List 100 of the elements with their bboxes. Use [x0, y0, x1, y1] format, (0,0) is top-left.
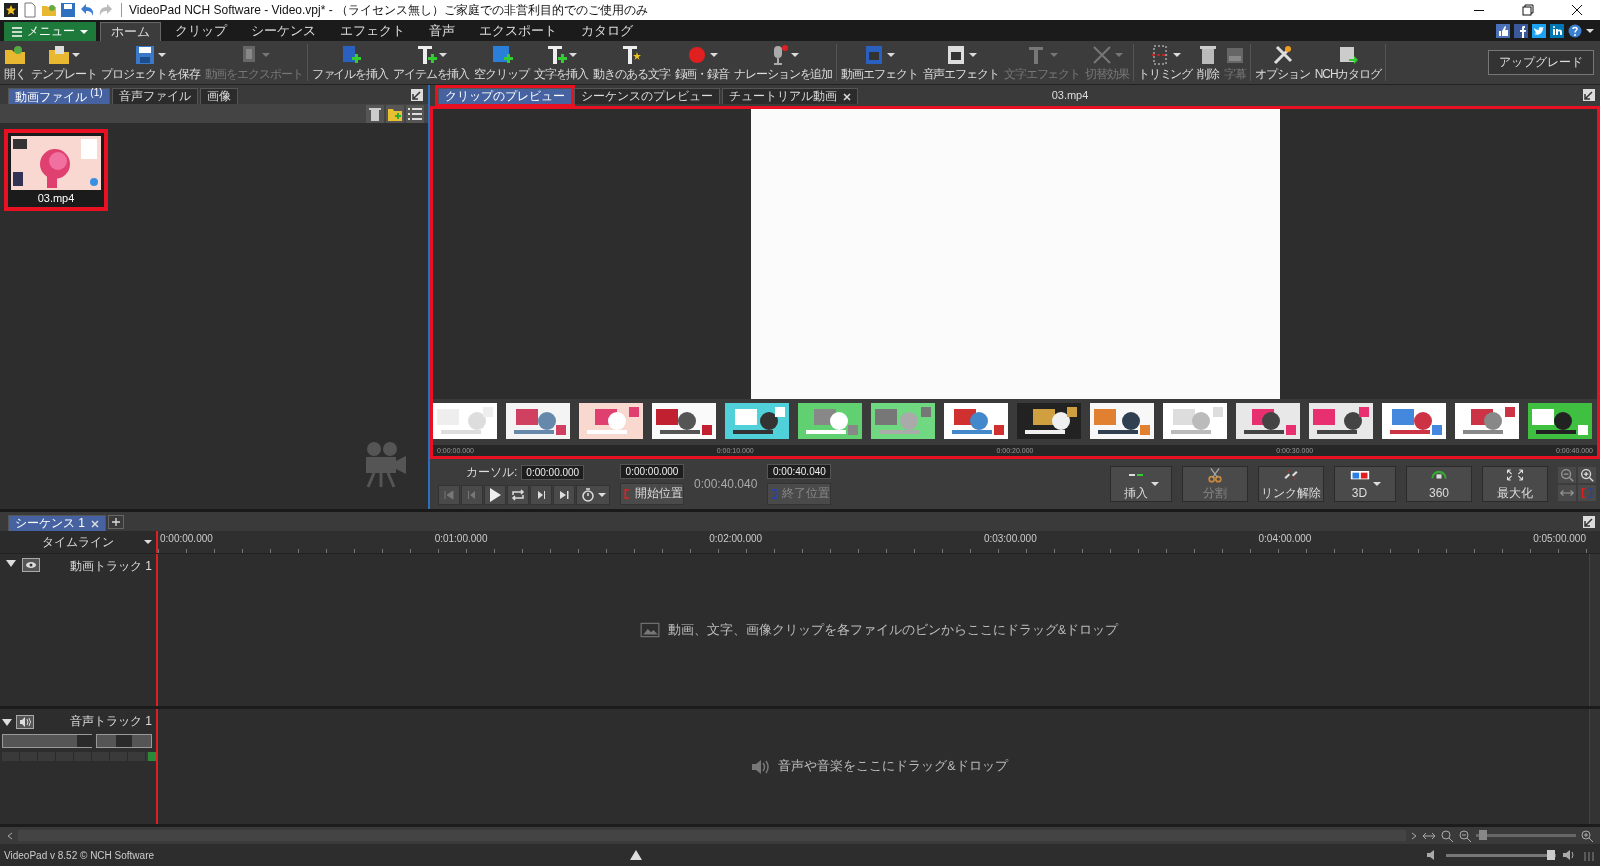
toolbar-button[interactable]: 文字を挿入: [531, 41, 591, 84]
bin-tab[interactable]: 画像: [199, 88, 238, 104]
zoom-out-icon[interactable]: [1458, 828, 1472, 843]
loop-button[interactable]: [507, 484, 529, 505]
bin-clip[interactable]: 03.mp4: [4, 129, 108, 211]
clip-name: 03.mp4: [37, 191, 75, 206]
time-field[interactable]: 0:00:00.000: [521, 464, 585, 480]
upgrade-button[interactable]: アップグレード: [1488, 50, 1594, 75]
zoom-fit-icon[interactable]: [1440, 828, 1454, 843]
toolbar-button[interactable]: 開く: [2, 41, 28, 84]
toolbar-button[interactable]: トリミング: [1135, 41, 1195, 84]
zoom-in-icon[interactable]: [1578, 467, 1596, 483]
bin-tab[interactable]: 音声ファイル: [111, 88, 198, 104]
toolbar-button[interactable]: 音声エフェクト: [920, 41, 1001, 84]
square-plus-icon: [490, 44, 513, 66]
toolbar-button[interactable]: 空クリップ: [472, 41, 531, 84]
scroll-left-icon[interactable]: [6, 831, 14, 840]
play-button[interactable]: [484, 484, 506, 505]
maximize-icon: [1505, 466, 1525, 483]
undock-icon[interactable]: [1582, 514, 1596, 529]
ribbon-tab[interactable]: 音声: [419, 22, 465, 41]
ribbon-tab[interactable]: エクスポート: [469, 22, 567, 41]
pan-slider[interactable]: [96, 734, 152, 748]
cursor-label: カーソル:: [466, 463, 518, 481]
list-view-icon[interactable]: [406, 104, 424, 123]
trash-icon[interactable]: [366, 104, 384, 123]
step-forward-button[interactable]: [530, 484, 552, 505]
preview-tab[interactable]: シーケンスのプレビュー: [574, 88, 720, 104]
ribbon-tab[interactable]: クリップ: [165, 22, 237, 41]
toolbar-button[interactable]: 動画エフェクト: [839, 41, 920, 84]
ribbon-tab[interactable]: シーケンス: [241, 22, 326, 41]
toolbar-button[interactable]: NCHカタログ: [1312, 41, 1384, 84]
ruler-label: 0:02:00.000: [709, 533, 763, 544]
toolbar-button[interactable]: ナレーションを追加: [732, 41, 835, 84]
scroll-right-icon[interactable]: [1410, 831, 1418, 840]
menu-button[interactable]: メニュー: [4, 22, 96, 41]
ruler-label: 0:00:00.000: [160, 533, 213, 544]
collapse-icon[interactable]: [2, 716, 12, 727]
vertical-scrollbar[interactable]: [1589, 709, 1600, 824]
toolbar-button[interactable]: 削除: [1195, 41, 1222, 84]
thumbs-up-icon[interactable]: [1496, 23, 1510, 38]
time-field[interactable]: 0:00:00.000: [620, 463, 684, 479]
expand-icon[interactable]: [630, 850, 642, 860]
preview-tab[interactable]: チュートリアル動画: [722, 88, 858, 104]
bin-tab[interactable]: 動画ファイル $^{(1)}$: [8, 88, 110, 104]
image-icon: [639, 622, 660, 638]
skip-start-button[interactable]: [438, 484, 460, 505]
toolbar-button[interactable]: オプション: [1253, 41, 1312, 84]
speaker-icon[interactable]: [1562, 848, 1576, 862]
step-back-icon: [467, 489, 477, 500]
timeline-ruler[interactable]: 0:00:00.000 0:01:00.000 0:02:00.000 0:03:00.000 0:04:00.000 0:05:00.000: [158, 531, 1600, 553]
app-icon: [3, 2, 19, 18]
new-file-icon[interactable]: [22, 2, 38, 18]
skip-end-icon: [559, 489, 569, 500]
zoom-out-icon[interactable]: [1558, 467, 1576, 483]
text-plus-icon: [545, 44, 567, 66]
toolbar-button[interactable]: プロジェクトを保存: [99, 41, 202, 84]
folder-icon[interactable]: [41, 2, 57, 18]
collapse-icon[interactable]: [6, 558, 16, 568]
social-icon[interactable]: [1532, 23, 1546, 38]
social-icon[interactable]: [1514, 23, 1528, 38]
ruler-label: 0:01:00.000: [434, 533, 488, 544]
preview-tab[interactable]: クリップのプレビュー: [438, 88, 572, 104]
window-title: VideoPad NCH Software - Video.vpj* - （ライセンス無し）ご家庭での非営利目的でのご使用のみ: [129, 1, 648, 19]
ribbon-tab[interactable]: カタログ: [571, 22, 643, 41]
ribbon-tab[interactable]: ホーム: [100, 22, 161, 41]
social-icon[interactable]: [1550, 23, 1564, 38]
undo-icon[interactable]: [79, 2, 95, 18]
volume-slider[interactable]: [2, 734, 93, 748]
timeline-dropdown[interactable]: タイムライン: [0, 531, 158, 553]
help-icon[interactable]: [1568, 23, 1582, 38]
speaker-icon[interactable]: [16, 714, 34, 729]
speed-button[interactable]: [576, 484, 610, 505]
zoom-in-icon[interactable]: [1580, 828, 1594, 843]
toolbar-button[interactable]: 動きのある文字: [591, 41, 672, 84]
sequence-tab[interactable]: シーケンス 1: [8, 515, 106, 531]
toolbar-button[interactable]: テンプレート: [29, 41, 99, 84]
volume-slider[interactable]: [1446, 853, 1556, 857]
close-icon[interactable]: [843, 92, 851, 101]
action-button[interactable]: 挿入: [1110, 466, 1172, 502]
add-tab-icon[interactable]: [108, 514, 124, 529]
toolbar-button[interactable]: 録画・録音: [672, 41, 732, 84]
action-button[interactable]: 3D: [1334, 466, 1396, 502]
vertical-scrollbar[interactable]: [1589, 554, 1600, 706]
fit-width-icon[interactable]: [1558, 485, 1576, 501]
action-button[interactable]: 360: [1406, 466, 1472, 502]
action-button[interactable]: 最大化: [1482, 466, 1548, 502]
add-folder-icon[interactable]: [386, 104, 404, 123]
caret-icon[interactable]: [1586, 26, 1594, 35]
undock-icon[interactable]: [1582, 87, 1596, 102]
toolbar-button[interactable]: ファイルを挿入: [309, 41, 390, 84]
undock-icon[interactable]: [410, 87, 424, 102]
action-button[interactable]: リンク解除: [1258, 466, 1324, 502]
skip-end-button[interactable]: [553, 484, 575, 505]
set-start-button[interactable]: 開始位置: [620, 482, 684, 505]
eye-icon[interactable]: [22, 558, 40, 572]
ruler-label: 0:03:00.000: [983, 533, 1037, 544]
toolbar-button[interactable]: アイテムを挿入: [390, 41, 472, 84]
drop-hint: 音声や音楽をここにドラッグ&ドロップ: [778, 758, 1008, 775]
ribbon-tab[interactable]: エフェクト: [330, 22, 415, 41]
